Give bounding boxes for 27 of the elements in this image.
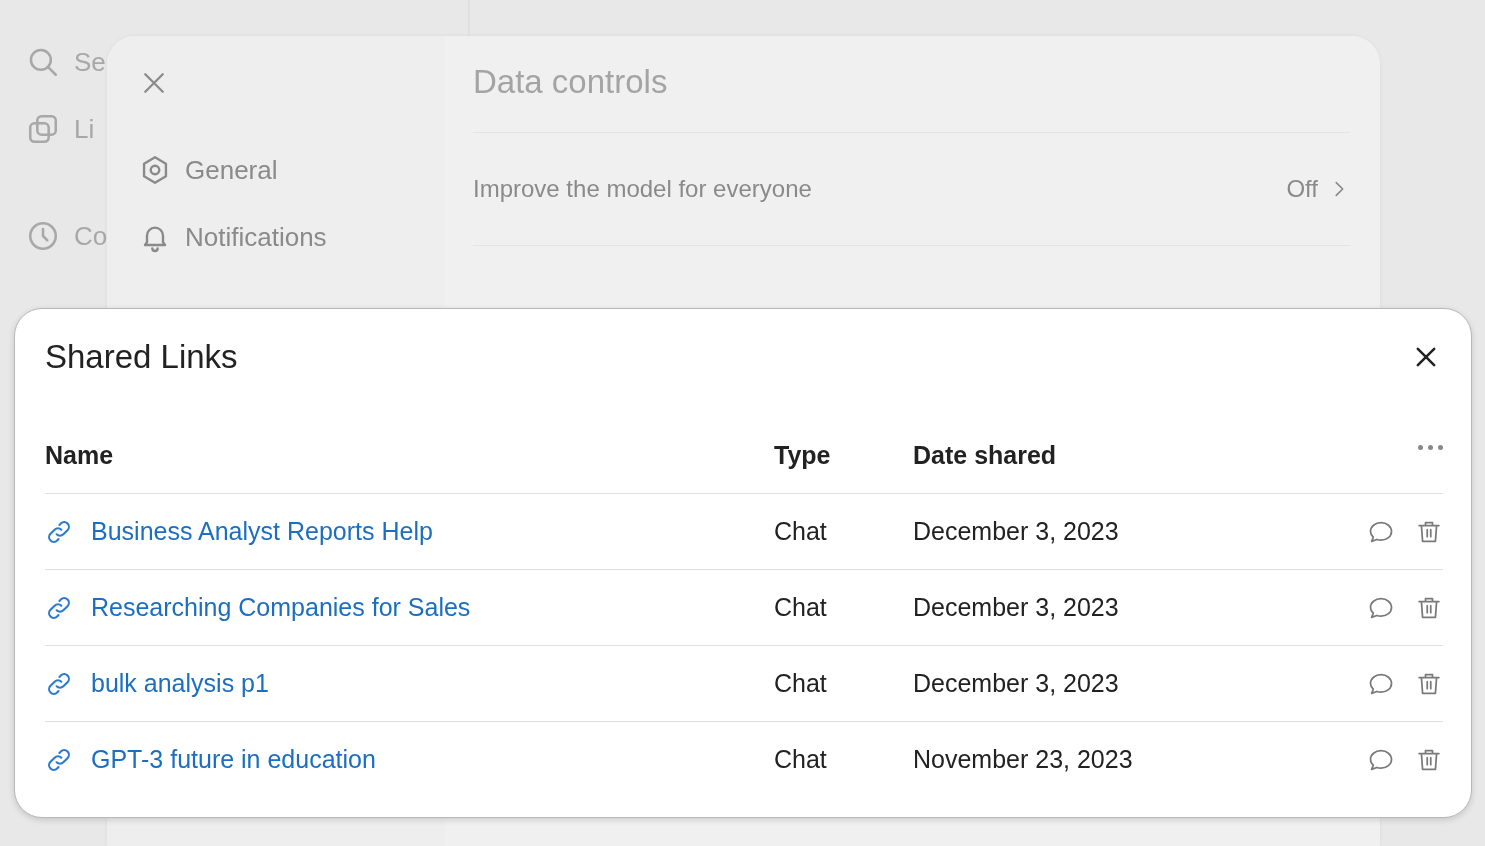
type-text: Chat bbox=[774, 517, 827, 545]
date-text: November 23, 2023 bbox=[913, 745, 1133, 773]
setting-value-link[interactable]: Off bbox=[1286, 175, 1350, 203]
date-text: December 3, 2023 bbox=[913, 669, 1119, 697]
column-header: Name bbox=[45, 440, 114, 469]
more-options-button[interactable] bbox=[1418, 445, 1443, 450]
sidebar-item[interactable]: Se bbox=[74, 46, 106, 78]
date-text: December 3, 2023 bbox=[913, 593, 1119, 621]
column-header: Date shared bbox=[913, 440, 1057, 469]
type-text: Chat bbox=[774, 593, 827, 621]
date-text: December 3, 2023 bbox=[913, 517, 1119, 545]
settings-tab[interactable]: General bbox=[139, 150, 445, 190]
setting-label: Improve the model for everyone bbox=[473, 175, 812, 203]
shared-link[interactable]: bulk analysis p1 bbox=[91, 669, 269, 698]
settings-tab[interactable]: Notifications bbox=[139, 217, 445, 257]
column-header: Type bbox=[774, 440, 831, 469]
stacked-images-icon bbox=[26, 112, 60, 146]
sidebar-item[interactable]: Li bbox=[74, 113, 95, 145]
type-text: Chat bbox=[774, 745, 827, 773]
section-title: Data controls bbox=[473, 36, 1350, 133]
type-text: Chat bbox=[774, 669, 827, 697]
shared-link[interactable]: Researching Companies for Sales bbox=[91, 593, 471, 622]
clock-icon bbox=[26, 219, 60, 253]
sidebar-item[interactable]: Co bbox=[74, 220, 108, 252]
shared-link[interactable]: Business Analyst Reports Help bbox=[91, 517, 433, 546]
dialog-title: Shared Links bbox=[45, 338, 238, 376]
shared-link[interactable]: GPT-3 future in education bbox=[91, 745, 376, 774]
